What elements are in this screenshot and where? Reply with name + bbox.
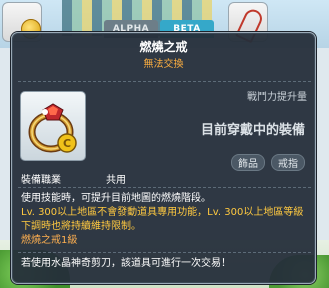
item-description: 使用技能時，可提升目前地圖的燃燒階段。: [21, 193, 211, 204]
equipped-status: 目前穿戴中的裝備: [200, 123, 305, 138]
divider: [18, 81, 311, 82]
divider: [18, 187, 311, 188]
job-value: 共用: [106, 175, 126, 186]
trade-status: 無法交換: [143, 59, 184, 70]
category-tag-ring: 戒指: [271, 154, 305, 171]
job-label: 裝備職業: [21, 175, 61, 186]
burning-ring-icon: C: [28, 103, 77, 153]
ring-level: 燃燒之戒1級: [21, 235, 78, 246]
item-tooltip: 燃燒之戒 無法交換 C 戰鬥力提升量 目前穿戴中的裝備 飾品 戒指 裝備職業 共…: [11, 32, 316, 284]
category-tag-accessory: 飾品: [231, 154, 265, 171]
divider: [18, 252, 311, 253]
scissors-trade-note: 若使用水晶神奇剪刀，該道具可進行一次交易！: [21, 258, 231, 269]
power-increase-label: 戰鬥力提升量: [247, 92, 307, 103]
svg-text:C: C: [63, 137, 71, 150]
item-icon-frame: C: [20, 91, 86, 161]
item-name: 燃燒之戒: [139, 40, 188, 54]
level-restriction-note: Lv. 300以上地區不會發動道具專用功能，Lv. 300以上地區等級下調時也將…: [21, 207, 304, 232]
